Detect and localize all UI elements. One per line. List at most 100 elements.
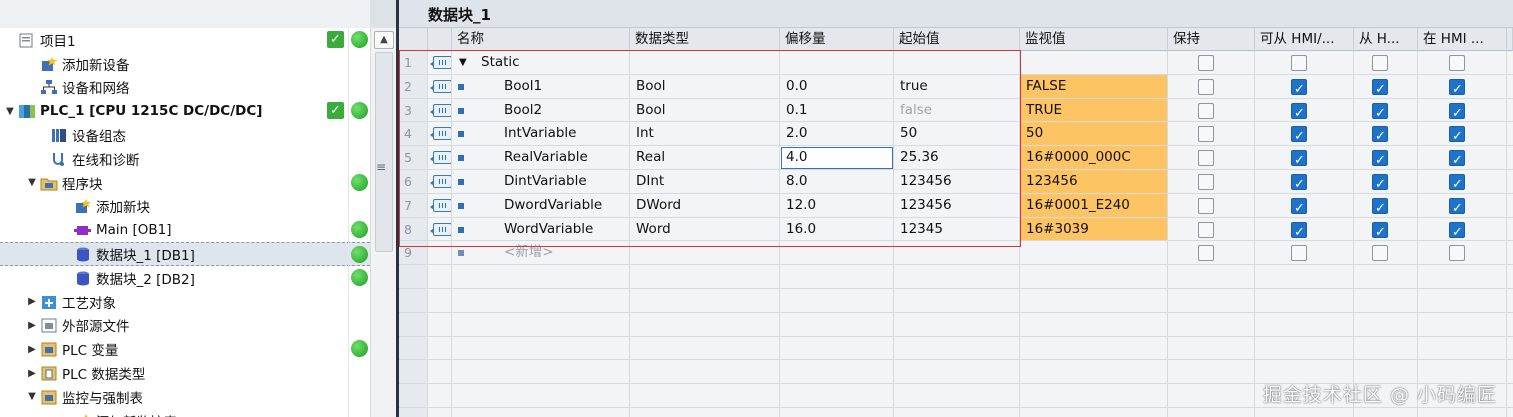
datatype-cell[interactable]: Bool bbox=[630, 98, 780, 123]
offset-cell[interactable]: 2.0 bbox=[780, 122, 894, 147]
tree-item[interactable]: 项目1 ✓ bbox=[0, 28, 370, 52]
hmi-visible-checkbox[interactable] bbox=[1449, 102, 1465, 121]
header-hmi-visible[interactable]: 在 HMI ... bbox=[1418, 28, 1507, 51]
tree-item[interactable]: Main [OB1] bbox=[0, 218, 370, 242]
offset-cell[interactable]: 8.0 bbox=[780, 170, 894, 194]
hmi-access-checkbox[interactable] bbox=[1291, 78, 1307, 98]
hmi-visible-checkbox[interactable] bbox=[1449, 245, 1465, 262]
expand-arrow-icon[interactable]: ▼ bbox=[26, 391, 38, 402]
name-cell[interactable]: WordVariable bbox=[452, 217, 630, 242]
hmi-access-checkbox[interactable] bbox=[1291, 245, 1307, 262]
tree-item[interactable]: ▶ 外部源文件 bbox=[0, 314, 370, 338]
start-value-cell[interactable]: 123456 bbox=[894, 193, 1020, 218]
hmi-write-checkbox[interactable] bbox=[1372, 125, 1388, 145]
datatype-cell[interactable]: DInt bbox=[630, 170, 780, 194]
tree-item[interactable]: ▶ 工艺对象 bbox=[0, 290, 370, 314]
hmi-access-checkbox[interactable] bbox=[1291, 221, 1307, 240]
name-cell[interactable]: <新增> bbox=[452, 241, 630, 266]
start-value-cell[interactable]: false bbox=[894, 98, 1020, 123]
retain-checkbox[interactable] bbox=[1198, 174, 1214, 190]
datatype-cell[interactable]: Bool bbox=[630, 74, 780, 99]
name-cell[interactable]: RealVariable bbox=[452, 146, 630, 170]
tree-item[interactable]: 设备组态 bbox=[0, 123, 370, 147]
offset-cell[interactable]: 12.0 bbox=[780, 193, 894, 218]
offset-cell[interactable]: 0.0 bbox=[780, 74, 894, 99]
start-value-cell[interactable]: 12345 bbox=[894, 217, 1020, 242]
tree-item[interactable]: 添加新监控表 bbox=[0, 409, 370, 417]
tree-item[interactable]: 添加新设备 bbox=[0, 52, 370, 76]
hmi-visible-checkbox[interactable] bbox=[1449, 78, 1465, 98]
start-value-cell[interactable]: true bbox=[894, 74, 1020, 99]
offset-cell[interactable]: 4.0 bbox=[780, 146, 894, 170]
header-retain[interactable]: 保持 bbox=[1168, 28, 1255, 51]
start-value-cell[interactable] bbox=[894, 241, 1020, 266]
retain-checkbox[interactable] bbox=[1198, 221, 1214, 238]
hmi-visible-checkbox[interactable] bbox=[1449, 55, 1465, 71]
offset-cell[interactable]: 16.0 bbox=[780, 217, 894, 242]
hmi-write-checkbox[interactable] bbox=[1372, 55, 1388, 71]
hmi-access-checkbox[interactable] bbox=[1291, 173, 1307, 193]
retain-checkbox[interactable] bbox=[1198, 197, 1214, 214]
datatype-cell[interactable]: DWord bbox=[630, 193, 780, 218]
offset-cell[interactable]: 0.1 bbox=[780, 98, 894, 123]
scroll-thumb[interactable] bbox=[375, 52, 393, 252]
tree-scrollbar[interactable]: ▲ ≡ bbox=[370, 28, 396, 417]
header-name[interactable]: 名称 bbox=[452, 28, 630, 51]
hmi-visible-checkbox[interactable] bbox=[1449, 149, 1465, 169]
header-monitor-value[interactable]: 监视值 bbox=[1020, 28, 1168, 51]
retain-checkbox[interactable] bbox=[1198, 150, 1214, 167]
tree-item[interactable]: 在线和诊断 bbox=[0, 147, 370, 171]
collapse-arrow-icon[interactable]: ▶ bbox=[26, 320, 38, 331]
start-value-cell[interactable]: 123456 bbox=[894, 170, 1020, 194]
start-value-cell[interactable] bbox=[894, 51, 1020, 75]
header-hmi-access[interactable]: 可从 HMI/... bbox=[1255, 28, 1354, 51]
hmi-write-checkbox[interactable] bbox=[1372, 221, 1388, 240]
tree-item[interactable]: ▼ 程序块 bbox=[0, 171, 370, 195]
tree-item[interactable]: 数据块_2 [DB2] bbox=[0, 266, 370, 290]
hmi-write-checkbox[interactable] bbox=[1372, 149, 1388, 169]
hmi-access-checkbox[interactable] bbox=[1291, 125, 1307, 145]
header-offset[interactable]: 偏移量 bbox=[780, 28, 894, 51]
collapse-arrow-icon[interactable]: ▶ bbox=[26, 296, 38, 307]
hmi-visible-checkbox[interactable] bbox=[1449, 125, 1465, 145]
tree-item[interactable]: ▼ PLC_1 [CPU 1215C DC/DC/DC] ✓ bbox=[0, 99, 370, 123]
expand-arrow-icon[interactable]: ▼ bbox=[26, 177, 38, 188]
tree-item[interactable]: 设备和网络 bbox=[0, 76, 370, 100]
hmi-access-checkbox[interactable] bbox=[1291, 55, 1307, 71]
start-value-cell[interactable]: 25.36 bbox=[894, 146, 1020, 170]
name-cell[interactable]: ▼ Static bbox=[452, 51, 630, 75]
hmi-write-checkbox[interactable] bbox=[1372, 173, 1388, 193]
hmi-write-checkbox[interactable] bbox=[1372, 102, 1388, 121]
hmi-access-checkbox[interactable] bbox=[1291, 102, 1307, 121]
retain-checkbox[interactable] bbox=[1198, 102, 1214, 119]
collapse-arrow-icon[interactable]: ▶ bbox=[26, 344, 38, 355]
tree-item[interactable]: 数据块_1 [DB1] bbox=[0, 242, 370, 266]
offset-cell[interactable] bbox=[780, 51, 894, 75]
tree-item[interactable]: ▶ PLC 数据类型 bbox=[0, 361, 370, 385]
datatype-cell[interactable]: Real bbox=[630, 146, 780, 170]
hmi-write-checkbox[interactable] bbox=[1372, 245, 1388, 262]
datatype-cell[interactable] bbox=[630, 241, 780, 266]
scroll-up-button[interactable]: ▲ bbox=[374, 31, 394, 49]
hmi-visible-checkbox[interactable] bbox=[1449, 197, 1465, 217]
collapse-arrow-icon[interactable]: ▼ bbox=[459, 51, 467, 74]
name-cell[interactable]: IntVariable bbox=[452, 122, 630, 147]
hmi-access-checkbox[interactable] bbox=[1291, 149, 1307, 169]
header-hmi-write[interactable]: 从 H... bbox=[1354, 28, 1418, 51]
retain-checkbox[interactable] bbox=[1198, 55, 1214, 71]
hmi-access-checkbox[interactable] bbox=[1291, 197, 1307, 217]
retain-checkbox[interactable] bbox=[1198, 126, 1214, 143]
tree-item[interactable]: 添加新块 bbox=[0, 195, 370, 219]
name-cell[interactable]: Bool2 bbox=[452, 98, 630, 123]
header-start-value[interactable]: 起始值 bbox=[894, 28, 1020, 51]
offset-cell[interactable] bbox=[780, 241, 894, 266]
retain-checkbox[interactable] bbox=[1198, 245, 1214, 262]
hmi-write-checkbox[interactable] bbox=[1372, 78, 1388, 98]
name-cell[interactable]: DintVariable bbox=[452, 170, 630, 194]
hmi-write-checkbox[interactable] bbox=[1372, 197, 1388, 217]
expand-arrow-icon[interactable]: ▼ bbox=[4, 106, 16, 117]
header-datatype[interactable]: 数据类型 bbox=[630, 28, 780, 51]
tree-item[interactable]: ▶ PLC 变量 bbox=[0, 337, 370, 361]
name-cell[interactable]: DwordVariable bbox=[452, 193, 630, 218]
start-value-cell[interactable]: 50 bbox=[894, 122, 1020, 147]
